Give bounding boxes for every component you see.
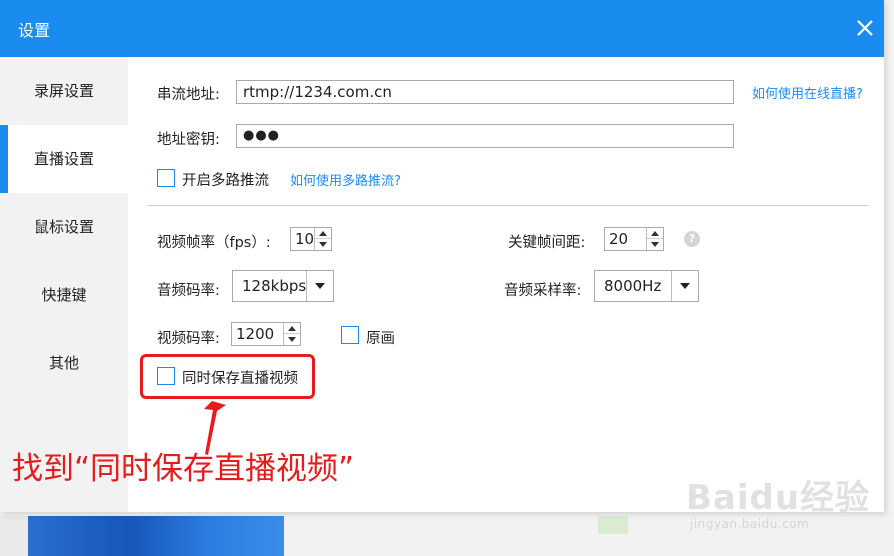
fps-label: 视频帧率（fps）: bbox=[157, 235, 271, 251]
sidebar-item-label: 直播设置 bbox=[33, 150, 94, 168]
keyframe-value: 20 bbox=[609, 230, 629, 248]
arrow-up-icon bbox=[651, 231, 659, 236]
sidebar-item-label: 其他 bbox=[48, 354, 79, 372]
keyframe-stepper[interactable]: 20 bbox=[604, 227, 664, 251]
dialog-title: 设置 bbox=[18, 21, 51, 40]
dropdown-button[interactable] bbox=[306, 271, 333, 301]
keyframe-up-button[interactable] bbox=[647, 228, 663, 239]
watermark-url: jingyan.baidu.com bbox=[690, 517, 810, 531]
divider bbox=[147, 205, 869, 206]
fps-stepper[interactable]: 10 bbox=[290, 227, 332, 251]
keyframe-label: 关键帧间距: bbox=[508, 235, 586, 251]
annotation-highlight-box bbox=[140, 354, 315, 399]
watermark-logo: Baidu经验 bbox=[686, 478, 871, 518]
audio-bitrate-value: 128kbps bbox=[242, 277, 307, 295]
arrow-down-icon bbox=[651, 242, 659, 247]
fps-value: 10 bbox=[295, 230, 315, 248]
stream-address-label: 串流地址: bbox=[157, 87, 220, 103]
video-bitrate-stepper[interactable]: 1200 bbox=[231, 322, 301, 346]
background-blue-block bbox=[28, 516, 284, 556]
fps-up-button[interactable] bbox=[315, 228, 331, 239]
multi-stream-label: 开启多路推流 bbox=[182, 173, 269, 189]
video-bitrate-down-button[interactable] bbox=[284, 334, 300, 345]
multi-stream-checkbox[interactable] bbox=[157, 169, 175, 187]
background-green-block bbox=[598, 516, 628, 534]
arrow-up-icon bbox=[288, 326, 296, 331]
stream-key-label: 地址密钥: bbox=[157, 132, 220, 148]
keyframe-down-button[interactable] bbox=[647, 239, 663, 250]
help-icon[interactable]: ? bbox=[684, 231, 700, 247]
annotation-text: 找到“同时保存直播视频” bbox=[12, 451, 355, 487]
settings-dialog: 设置 录屏设置 直播设置 鼠标设置 快捷键 其他 串流地址: rtmp://12… bbox=[0, 0, 884, 512]
audio-bitrate-label: 音频码率: bbox=[157, 283, 220, 299]
video-bitrate-value: 1200 bbox=[236, 325, 275, 343]
original-quality-checkbox[interactable] bbox=[341, 326, 359, 344]
sidebar-item-label: 录屏设置 bbox=[33, 82, 94, 100]
multi-stream-help-link[interactable]: 如何使用多路推流? bbox=[290, 170, 401, 189]
sidebar-item-label: 快捷键 bbox=[41, 286, 87, 304]
sidebar-item-hotkey[interactable]: 快捷键 bbox=[0, 261, 128, 329]
fps-down-button[interactable] bbox=[315, 239, 331, 250]
sidebar-item-mouse[interactable]: 鼠标设置 bbox=[0, 193, 128, 261]
stream-key-input[interactable]: ●●● bbox=[236, 124, 734, 148]
arrow-up-icon bbox=[319, 231, 327, 236]
arrow-down-icon bbox=[288, 337, 296, 342]
dropdown-button[interactable] bbox=[671, 271, 698, 301]
arrow-down-icon bbox=[319, 242, 327, 247]
background-block bbox=[0, 516, 28, 556]
close-icon[interactable] bbox=[851, 14, 879, 42]
sidebar-item-label: 鼠标设置 bbox=[33, 218, 94, 236]
video-bitrate-label: 视频码率: bbox=[157, 331, 220, 347]
sidebar-item-record[interactable]: 录屏设置 bbox=[0, 57, 128, 125]
audio-samplerate-select[interactable]: 8000Hz bbox=[594, 270, 699, 302]
sidebar-item-live[interactable]: 直播设置 bbox=[0, 125, 128, 193]
title-bar: 设置 bbox=[0, 0, 884, 57]
baidu-watermark: Baidu经验 jingyan.baidu.com bbox=[686, 462, 876, 542]
audio-samplerate-value: 8000Hz bbox=[604, 277, 662, 295]
stream-address-input[interactable]: rtmp://1234.com.cn bbox=[236, 80, 734, 104]
audio-bitrate-select[interactable]: 128kbps bbox=[232, 270, 334, 302]
chevron-down-icon bbox=[315, 283, 325, 289]
audio-samplerate-label: 音频采样率: bbox=[504, 283, 582, 299]
chevron-down-icon bbox=[680, 283, 690, 289]
original-quality-label: 原画 bbox=[366, 331, 395, 347]
sidebar-item-other[interactable]: 其他 bbox=[0, 329, 128, 397]
live-help-link[interactable]: 如何使用在线直播? bbox=[752, 83, 863, 102]
video-bitrate-up-button[interactable] bbox=[284, 323, 300, 334]
